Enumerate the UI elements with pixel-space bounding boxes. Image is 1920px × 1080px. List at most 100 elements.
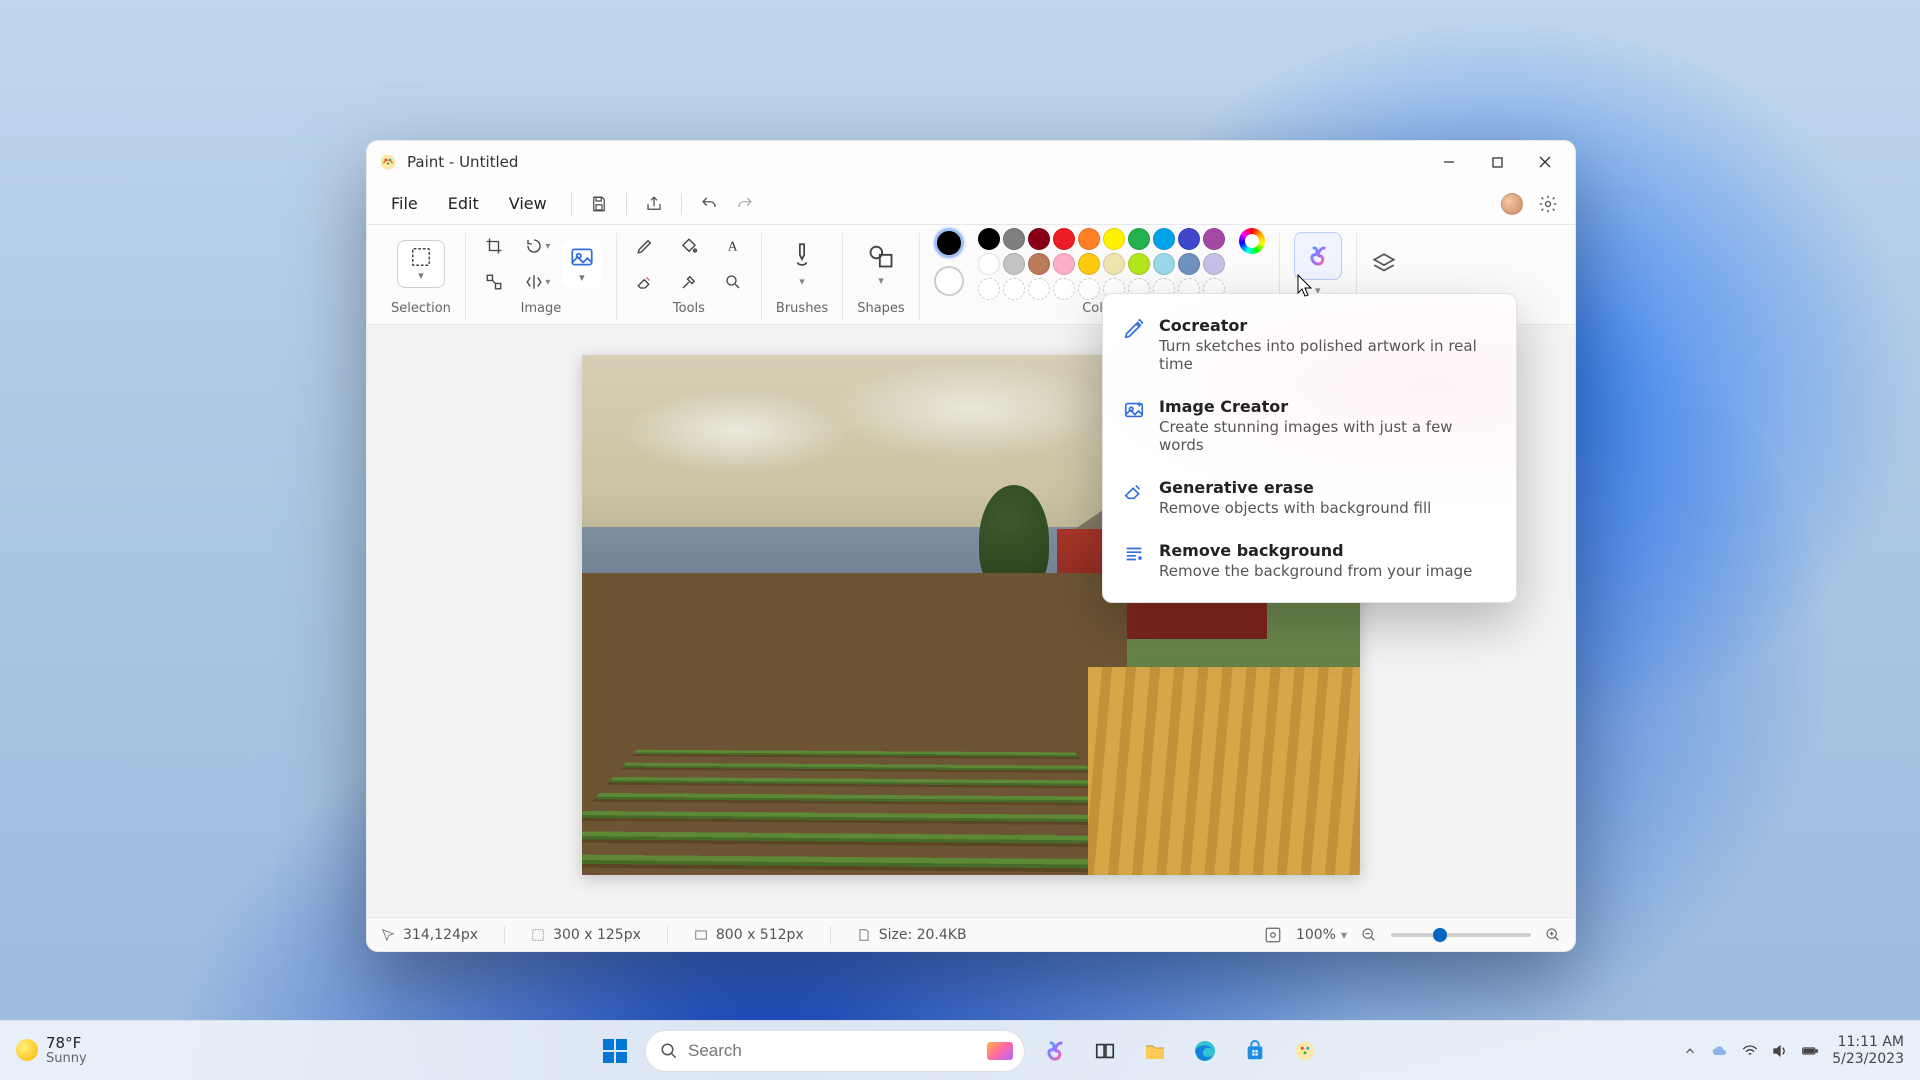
zoom-out-button[interactable]	[1361, 927, 1377, 943]
ribbon-label: Tools	[673, 301, 705, 316]
brushes-button[interactable]: ▾	[789, 241, 815, 288]
menu-file[interactable]: File	[377, 187, 432, 220]
user-avatar[interactable]	[1501, 193, 1523, 215]
separator	[626, 193, 627, 215]
menu-view[interactable]: View	[495, 187, 561, 220]
fill-tool[interactable]	[675, 232, 703, 260]
flip-button[interactable]: ▾	[524, 268, 552, 296]
redo-button[interactable]	[728, 187, 762, 221]
color-swatch[interactable]	[1178, 228, 1200, 250]
minimize-button[interactable]	[1425, 141, 1473, 183]
settings-button[interactable]	[1531, 187, 1565, 221]
color-swatch-empty[interactable]	[1003, 278, 1025, 300]
color-swatch[interactable]	[1003, 228, 1025, 250]
ribbon-label: Shapes	[857, 301, 904, 316]
taskbar-explorer[interactable]	[1135, 1031, 1175, 1071]
copilot-menu-item[interactable]: Image CreatorCreate stunning images with…	[1103, 385, 1516, 466]
taskbar-clock[interactable]: 11:11 AM 5/23/2023	[1832, 1034, 1904, 1066]
color-swatch[interactable]	[1128, 228, 1150, 250]
close-button[interactable]	[1521, 141, 1569, 183]
menu-item-title: Generative erase	[1159, 478, 1431, 497]
search-icon	[660, 1042, 678, 1060]
color-swatch[interactable]	[1128, 253, 1150, 275]
weather-icon	[16, 1039, 38, 1061]
color-swatch[interactable]	[1078, 253, 1100, 275]
text-tool[interactable]: A	[719, 232, 747, 260]
eyedropper-tool[interactable]	[675, 268, 703, 296]
maximize-button[interactable]	[1473, 141, 1521, 183]
taskbar-search[interactable]	[645, 1030, 1025, 1072]
layers-button[interactable]	[1371, 251, 1397, 277]
color-swatch-empty[interactable]	[1028, 278, 1050, 300]
taskbar-taskview[interactable]	[1085, 1031, 1125, 1071]
color-swatch[interactable]	[1103, 228, 1125, 250]
tray-volume-icon[interactable]	[1772, 1043, 1788, 1059]
edit-colors-button[interactable]	[1239, 228, 1265, 254]
color-swatch[interactable]	[1053, 228, 1075, 250]
taskbar-weather[interactable]: 78°F Sunny	[16, 1035, 87, 1066]
color-swatch-empty[interactable]	[1053, 278, 1075, 300]
copilot-button[interactable]	[1294, 232, 1342, 280]
color-swatch[interactable]	[1203, 228, 1225, 250]
window-title: Paint - Untitled	[407, 153, 518, 171]
color-swatch[interactable]	[1178, 253, 1200, 275]
color-swatch-empty[interactable]	[978, 278, 1000, 300]
zoom-slider[interactable]	[1391, 933, 1531, 937]
primary-color[interactable]	[934, 228, 964, 258]
color-swatch[interactable]	[1078, 228, 1100, 250]
color-swatch[interactable]	[978, 228, 1000, 250]
titlebar[interactable]: Paint - Untitled	[367, 141, 1575, 183]
copilot-dropdown: CocreatorTurn sketches into polished art…	[1102, 293, 1517, 603]
color-swatch[interactable]	[1028, 228, 1050, 250]
color-swatch[interactable]	[1003, 253, 1025, 275]
undo-button[interactable]	[692, 187, 726, 221]
color-swatch[interactable]	[1203, 253, 1225, 275]
fit-to-window-button[interactable]	[1264, 926, 1282, 944]
selection-tool[interactable]: ▾	[397, 240, 445, 288]
color-swatch[interactable]	[1053, 253, 1075, 275]
shapes-button[interactable]: ▾	[867, 242, 895, 287]
menu-edit[interactable]: Edit	[434, 187, 493, 220]
svg-text:A: A	[728, 239, 738, 254]
pencil-tool[interactable]	[631, 232, 659, 260]
color-swatch[interactable]	[1153, 228, 1175, 250]
tray-wifi-icon[interactable]	[1742, 1043, 1758, 1059]
crop-button[interactable]	[480, 232, 508, 260]
color-swatch[interactable]	[1028, 253, 1050, 275]
copilot-menu-item[interactable]: CocreatorTurn sketches into polished art…	[1103, 304, 1516, 385]
secondary-color[interactable]	[934, 266, 964, 296]
copilot-menu-item[interactable]: Generative eraseRemove objects with back…	[1103, 466, 1516, 529]
tray-overflow-button[interactable]	[1682, 1043, 1698, 1059]
taskbar-paint[interactable]	[1285, 1031, 1325, 1071]
chevron-down-icon: ▾	[878, 274, 884, 287]
color-swatch[interactable]	[1103, 253, 1125, 275]
start-button[interactable]	[595, 1031, 635, 1071]
zoom-value[interactable]: 100%▾	[1296, 927, 1347, 943]
magnifier-tool[interactable]	[719, 268, 747, 296]
eraser-tool[interactable]	[631, 268, 659, 296]
window-controls	[1425, 141, 1569, 183]
ribbon-label: Selection	[391, 301, 451, 316]
color-swatch[interactable]	[1153, 253, 1175, 275]
zoom-in-button[interactable]	[1545, 927, 1561, 943]
status-canvas-size: 800 x 512px	[694, 927, 804, 943]
color-swatch[interactable]	[978, 253, 1000, 275]
tray-battery-icon[interactable]	[1802, 1043, 1818, 1059]
copilot-menu-item[interactable]: Remove backgroundRemove the background f…	[1103, 529, 1516, 592]
color-swatch-empty[interactable]	[1078, 278, 1100, 300]
tray-onedrive-icon[interactable]	[1712, 1043, 1728, 1059]
share-button[interactable]	[637, 187, 671, 221]
chevron-down-icon: ▾	[799, 275, 805, 288]
taskbar-edge[interactable]	[1185, 1031, 1225, 1071]
taskbar-store[interactable]	[1235, 1031, 1275, 1071]
separator	[571, 193, 572, 215]
ribbon-label: Brushes	[776, 301, 828, 316]
rotate-button[interactable]: ▾	[524, 232, 552, 260]
taskbar-copilot[interactable]	[1035, 1031, 1075, 1071]
ribbon-group-tools: A Tools	[616, 233, 761, 320]
resize-button[interactable]	[480, 268, 508, 296]
taskbar-center	[595, 1030, 1325, 1072]
image-import-button[interactable]: ▾	[562, 240, 602, 288]
save-button[interactable]	[582, 187, 616, 221]
search-input[interactable]	[688, 1041, 1010, 1061]
